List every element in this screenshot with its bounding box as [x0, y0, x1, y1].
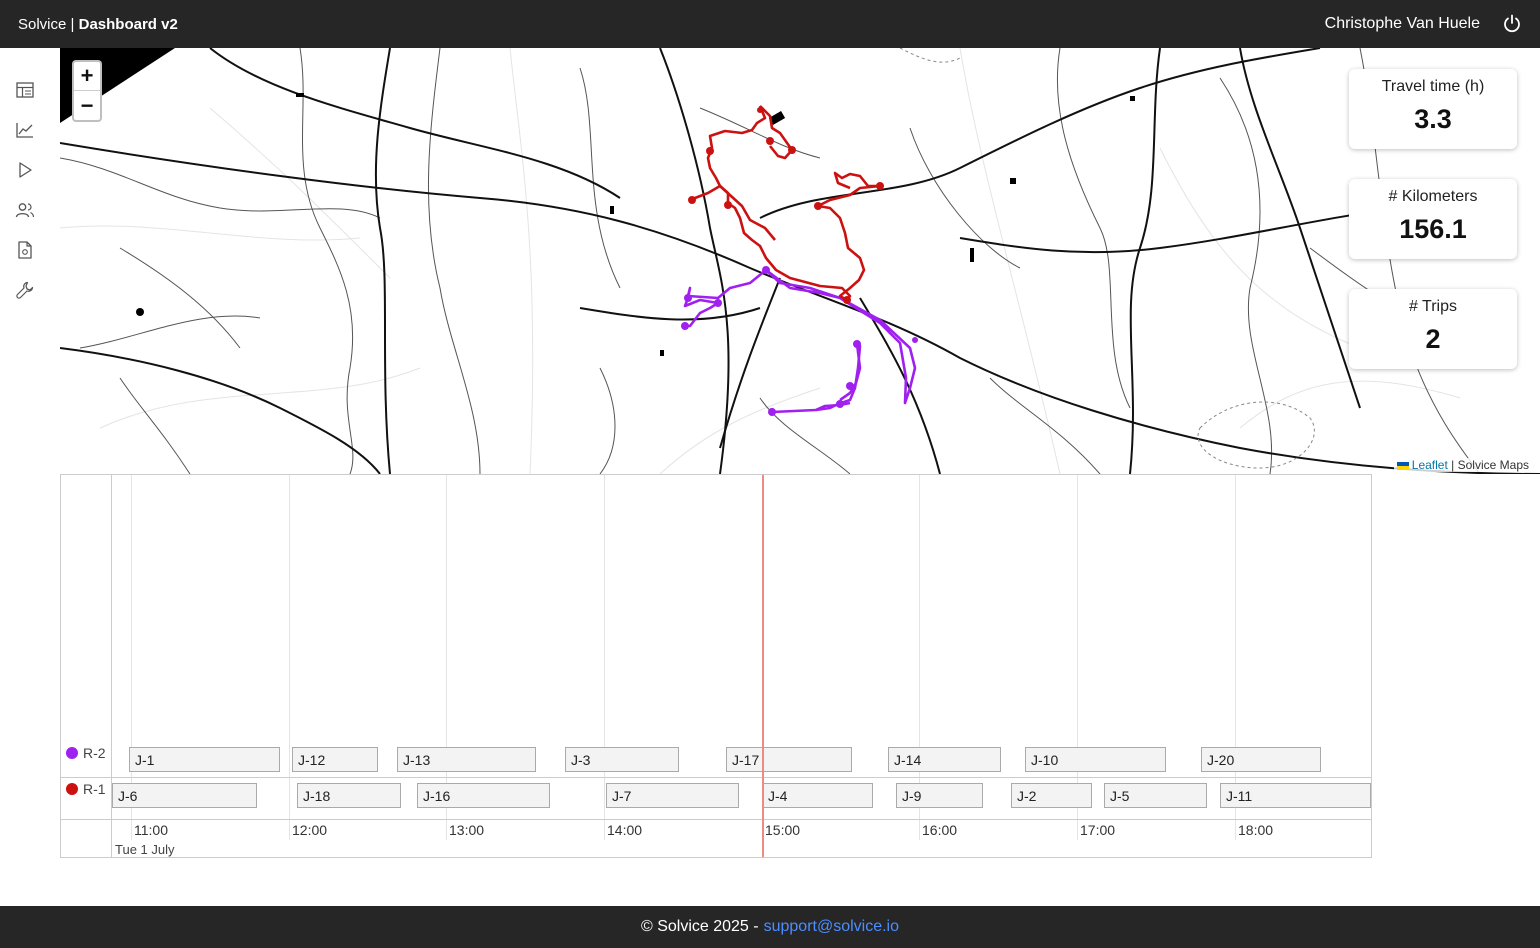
time-tick: 12:00 [292, 822, 328, 838]
job-block[interactable]: J-6 [112, 783, 257, 808]
job-block[interactable]: J-12 [292, 747, 378, 772]
power-icon[interactable] [1502, 14, 1522, 34]
zoom-out-button[interactable]: − [74, 91, 100, 120]
time-tick: 11:00 [134, 822, 168, 838]
timeline-chart[interactable]: R-2 R-1 J-1 J-12 J-13 J-3 J-17 J-14 J-10… [60, 474, 1372, 858]
route-label-r2[interactable]: R-2 [66, 745, 106, 761]
timeline-date: Tue 1 July [115, 842, 175, 857]
ukraine-flag-icon [1396, 461, 1409, 470]
job-block[interactable]: J-13 [397, 747, 536, 772]
kpi-trips: # Trips 2 [1349, 289, 1517, 369]
time-tick: 16:00 [922, 822, 958, 838]
top-bar: Solvice | Dashboard v2 Christophe Van Hu… [0, 0, 1540, 48]
document-icon[interactable] [15, 240, 35, 260]
job-block[interactable]: J-11 [1220, 783, 1371, 808]
job-block[interactable]: J-4 [762, 783, 873, 808]
job-block[interactable]: J-10 [1025, 747, 1166, 772]
map-attribution: Leaflet | Solvice Maps [1393, 458, 1532, 472]
wrench-icon[interactable] [15, 280, 35, 300]
job-block[interactable]: J-9 [896, 783, 983, 808]
kpi-value: 156.1 [1399, 214, 1467, 244]
chart-line-icon[interactable] [15, 120, 35, 140]
attribution-separator: | [1451, 458, 1455, 472]
job-block[interactable]: J-7 [606, 783, 739, 808]
job-block[interactable]: J-5 [1104, 783, 1207, 808]
footer-copyright: © Solvice 2025 - [640, 918, 759, 935]
route-color-dot [66, 783, 78, 795]
time-tick: 18:00 [1238, 822, 1274, 838]
user-area: Christophe Van Huele [1325, 14, 1522, 34]
current-time-marker [762, 475, 764, 857]
route-map[interactable]: + − Leaflet | Solvice Maps [60, 48, 1540, 474]
kpi-label: # Kilometers [1388, 188, 1478, 205]
zoom-control: + − [72, 60, 102, 122]
zoom-in-button[interactable]: + [74, 62, 100, 91]
user-name: Christophe Van Huele [1324, 15, 1480, 32]
leaflet-link[interactable]: Leaflet [1412, 458, 1448, 472]
job-block[interactable]: J-17 [726, 747, 852, 772]
play-icon[interactable] [15, 160, 35, 180]
kpi-label: Travel time (h) [1381, 78, 1485, 95]
map-tiles [60, 48, 1540, 474]
route-color-dot [66, 747, 78, 759]
time-tick: 17:00 [1080, 822, 1116, 838]
job-block[interactable]: J-20 [1201, 747, 1321, 772]
users-icon[interactable] [15, 200, 35, 220]
kpi-travel-time: Travel time (h) 3.3 [1349, 69, 1517, 149]
job-block[interactable]: J-2 [1011, 783, 1092, 808]
brand-separator: | [70, 15, 75, 33]
job-block[interactable]: J-14 [888, 747, 1001, 772]
kpi-value: 3.3 [1414, 104, 1452, 134]
support-email-link[interactable]: support@solvice.io [764, 918, 899, 936]
job-block[interactable]: J-1 [129, 747, 280, 772]
job-block[interactable]: J-18 [297, 783, 401, 808]
brand-name: Solvice [18, 15, 67, 33]
page-title: Dashboard v2 [78, 15, 178, 33]
time-tick: 15:00 [765, 822, 801, 838]
time-tick: 13:00 [449, 822, 485, 838]
attribution-text: Solvice Maps [1457, 458, 1529, 472]
job-block[interactable]: J-16 [417, 783, 550, 808]
timeline-row-labels [61, 475, 112, 857]
kpi-label: # Trips [1408, 298, 1457, 315]
app-brand[interactable]: Solvice | Dashboard v2 [18, 16, 178, 33]
route-label-text: R-2 [83, 745, 106, 761]
time-tick: 14:00 [607, 822, 643, 838]
job-block[interactable]: J-3 [565, 747, 679, 772]
sidebar [0, 48, 60, 906]
kpi-kilometers: # Kilometers 156.1 [1349, 179, 1517, 259]
kpi-value: 2 [1425, 324, 1441, 354]
table-icon[interactable] [15, 80, 35, 100]
footer: © Solvice 2025 - support@solvice.io [0, 906, 1540, 948]
route-label-r1[interactable]: R-1 [66, 781, 106, 797]
route-label-text: R-1 [83, 781, 106, 797]
